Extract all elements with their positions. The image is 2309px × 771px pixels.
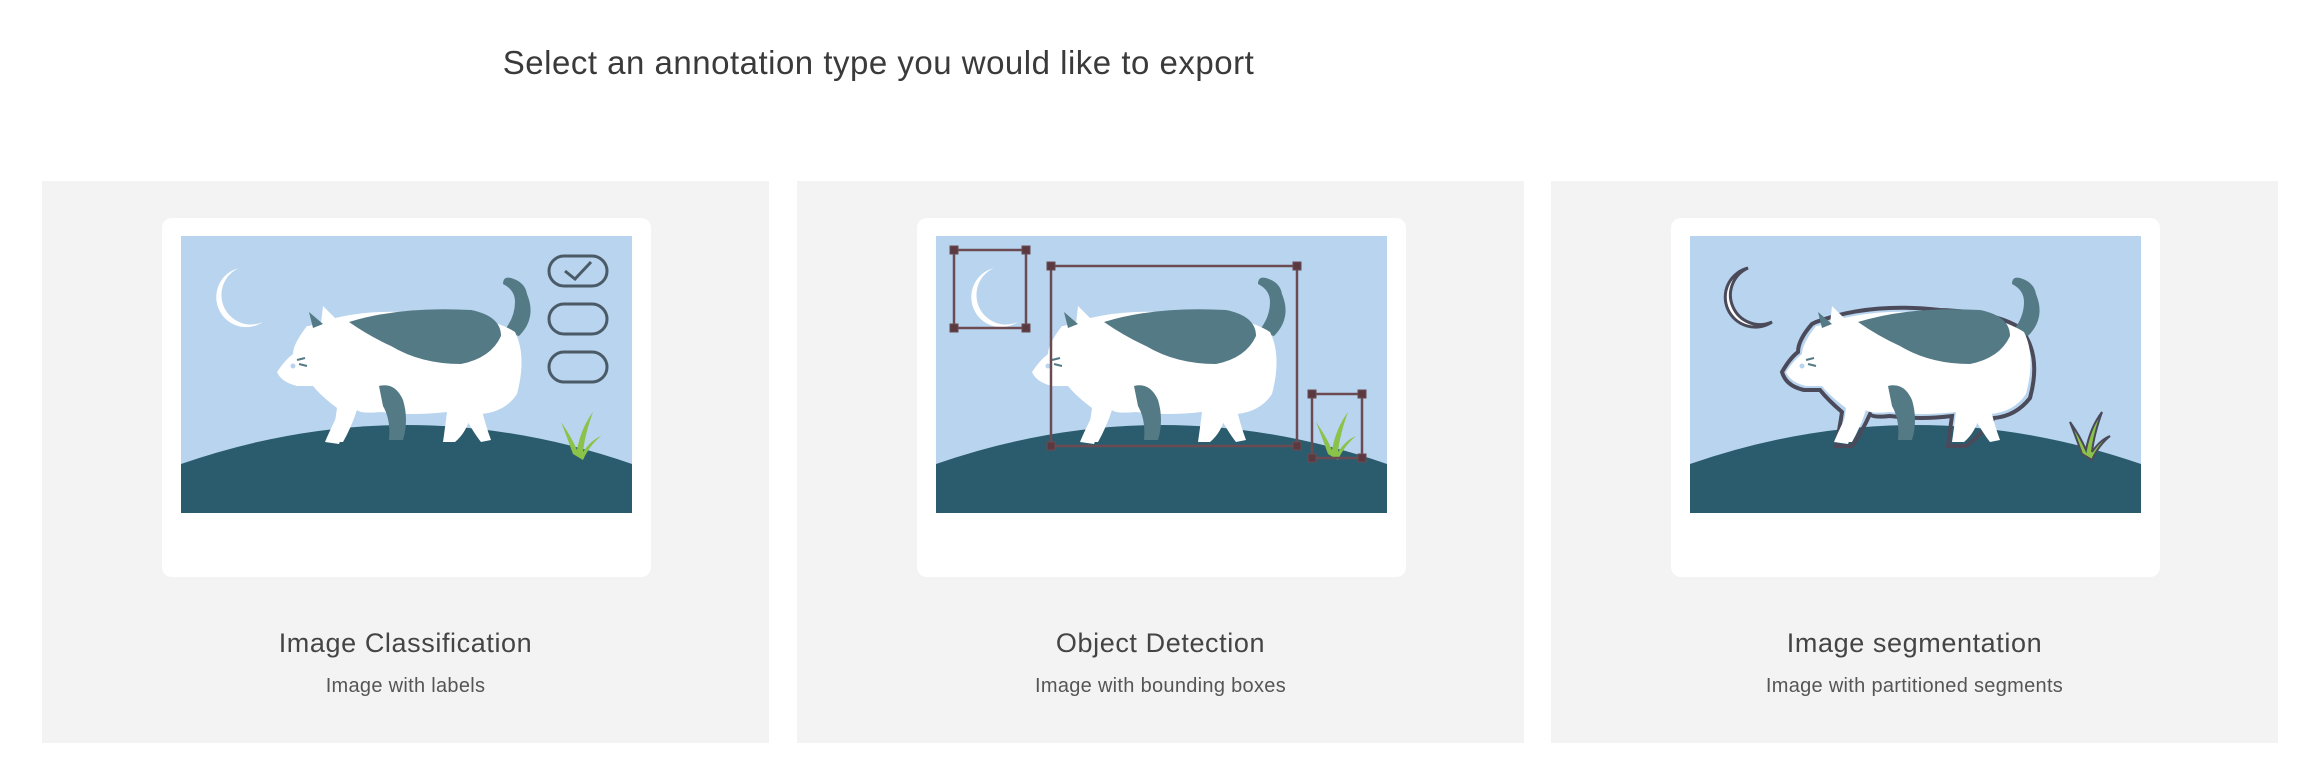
option-title: Object Detection xyxy=(1055,628,1266,658)
option-subtitle: Image with bounding boxes xyxy=(1035,675,1286,697)
option-title: Image Classification xyxy=(278,628,533,658)
segmentation-illustration xyxy=(1671,218,2160,577)
page-title: Select an annotation type you would like… xyxy=(502,44,1255,81)
option-subtitle: Image with partitioned segments xyxy=(1765,675,2064,697)
option-card-image-segmentation[interactable]: Image segmentation Image with partitione… xyxy=(1551,181,2278,743)
option-title: Image segmentation xyxy=(1786,628,2043,658)
segmentation-image xyxy=(1690,236,2141,513)
classification-illustration xyxy=(162,218,651,577)
option-card-object-detection[interactable]: Object Detection Image with bounding box… xyxy=(797,181,1524,743)
option-card-image-classification[interactable]: Image Classification Image with labels xyxy=(42,181,769,743)
object-detection-illustration xyxy=(917,218,1406,577)
option-subtitle: Image with labels xyxy=(325,675,486,697)
object-detection-image xyxy=(936,236,1387,513)
classification-image xyxy=(181,236,632,513)
